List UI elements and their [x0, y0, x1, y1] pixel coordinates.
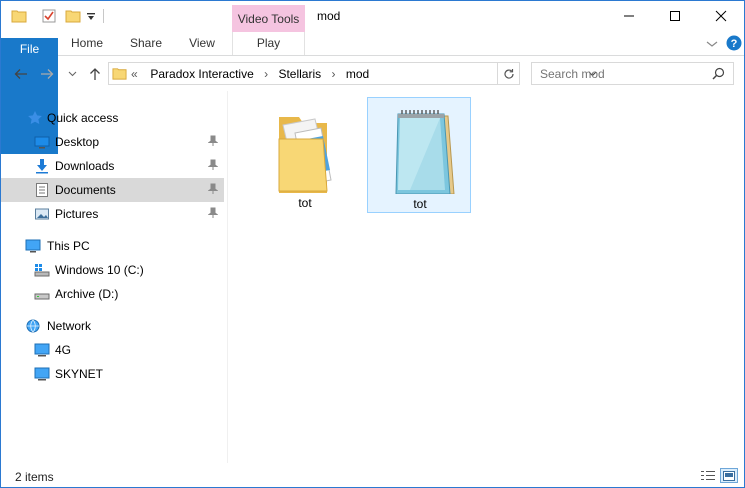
- windows-drive-icon: [34, 262, 50, 278]
- close-button[interactable]: [698, 1, 744, 31]
- nav-label: Desktop: [55, 135, 100, 149]
- folder-icon: [112, 66, 127, 84]
- forward-arrow-icon: [41, 69, 54, 79]
- item-count: 2 items: [15, 470, 54, 484]
- nav-label: This PC: [47, 239, 90, 253]
- tab-share[interactable]: Share: [123, 32, 169, 55]
- file-list: tot tot: [228, 91, 744, 463]
- video-tools-header: Video Tools: [232, 5, 305, 32]
- nav-label: Downloads: [55, 159, 115, 173]
- svg-text:?: ?: [731, 38, 738, 50]
- nav-network[interactable]: Network: [1, 314, 224, 338]
- minimize-button[interactable]: [606, 1, 652, 31]
- video-tools-label: Video Tools: [237, 12, 300, 26]
- nav-item-windows-drive[interactable]: Windows 10 (C:): [1, 258, 224, 282]
- file-name: tot: [298, 196, 312, 210]
- navigation-row: « Paradox Interactive › Stellaris › mod: [1, 56, 744, 91]
- breadcrumb-overflow[interactable]: «: [131, 67, 138, 81]
- network-icon: [25, 318, 41, 334]
- computer-icon: [34, 342, 50, 358]
- search-icon[interactable]: [712, 67, 725, 83]
- tab-play[interactable]: Play: [232, 32, 305, 55]
- nav-item-4g[interactable]: 4G: [1, 338, 224, 362]
- address-bar[interactable]: « Paradox Interactive › Stellaris › mod: [108, 62, 596, 85]
- file-item-folder[interactable]: tot: [253, 97, 357, 213]
- file-name: tot: [413, 197, 427, 211]
- forward-button[interactable]: [37, 65, 57, 83]
- computer-icon: [34, 366, 50, 382]
- breadcrumb-item-stellaris[interactable]: Stellaris: [278, 67, 321, 81]
- downloads-icon: [34, 158, 50, 174]
- nav-label: Network: [47, 319, 92, 333]
- folder-icon[interactable]: [11, 8, 27, 27]
- pin-icon[interactable]: [207, 183, 219, 198]
- nav-item-archive-drive[interactable]: Archive (D:): [1, 282, 224, 306]
- nav-label: SKYNET: [55, 367, 104, 381]
- minimize-icon: [624, 15, 634, 17]
- close-icon: [715, 10, 727, 22]
- large-icons-view-button[interactable]: [720, 468, 738, 483]
- file-item-document[interactable]: tot: [367, 97, 471, 213]
- nav-item-desktop[interactable]: Desktop: [1, 130, 224, 154]
- breadcrumb: « Paradox Interactive › Stellaris › mod: [131, 67, 369, 81]
- expand-ribbon-chevron-icon[interactable]: [706, 38, 718, 52]
- search-box[interactable]: [531, 62, 734, 85]
- customize-dropdown-icon[interactable]: [86, 11, 96, 25]
- folder-with-documents-icon: [273, 103, 337, 193]
- desktop-icon: [34, 134, 50, 150]
- ribbon-tabs: File Home Share View Play ?: [1, 32, 744, 154]
- maximize-button[interactable]: [652, 1, 698, 31]
- this-pc-icon: [25, 238, 41, 254]
- nav-item-pictures[interactable]: Pictures: [1, 202, 224, 226]
- pin-icon[interactable]: [207, 159, 219, 174]
- notepad-document-icon: [388, 104, 455, 195]
- recent-locations-button[interactable]: [65, 65, 79, 83]
- navigation-pane: Quick access Desktop Downloads Documents…: [1, 91, 227, 463]
- back-button[interactable]: [11, 65, 31, 83]
- back-arrow-icon: [14, 69, 27, 79]
- window-title: mod: [317, 9, 341, 23]
- large-icons-view-icon: [723, 470, 735, 481]
- nav-label: 4G: [55, 343, 72, 357]
- tab-view[interactable]: View: [181, 32, 223, 55]
- refresh-button[interactable]: [498, 62, 520, 85]
- status-bar: 2 items: [1, 463, 744, 487]
- details-view-icon: [701, 471, 715, 480]
- pin-icon[interactable]: [207, 135, 219, 150]
- details-view-button[interactable]: [699, 468, 717, 483]
- nav-label: Documents: [55, 183, 116, 197]
- refresh-icon: [503, 68, 514, 79]
- nav-item-skynet[interactable]: SKYNET: [1, 362, 224, 386]
- explorer-window: Video Tools mod File Home Share View Pla…: [0, 0, 745, 488]
- new-folder-icon[interactable]: [65, 8, 81, 27]
- up-button[interactable]: [85, 65, 105, 83]
- breadcrumb-separator[interactable]: ›: [264, 67, 268, 81]
- tab-home[interactable]: Home: [64, 32, 110, 55]
- nav-label: Quick access: [47, 111, 119, 125]
- breadcrumb-item-paradox-interactive[interactable]: Paradox Interactive: [150, 67, 253, 81]
- chevron-down-icon: [68, 71, 76, 77]
- properties-checkmark-icon[interactable]: [41, 8, 57, 27]
- drive-icon: [34, 286, 50, 302]
- nav-label: Windows 10 (C:): [55, 263, 144, 277]
- nav-label: Archive (D:): [55, 287, 119, 301]
- nav-item-downloads[interactable]: Downloads: [1, 154, 224, 178]
- toolbar-divider: [103, 9, 104, 23]
- help-icon[interactable]: ?: [726, 35, 742, 54]
- documents-icon: [34, 182, 50, 198]
- search-input[interactable]: [532, 63, 712, 84]
- star-icon: [27, 110, 43, 126]
- title-bar: Video Tools mod: [1, 1, 744, 32]
- breadcrumb-separator[interactable]: ›: [331, 67, 335, 81]
- breadcrumb-item-mod[interactable]: mod: [346, 67, 369, 81]
- pictures-icon: [34, 206, 50, 222]
- maximize-icon: [670, 11, 680, 21]
- nav-quick-access[interactable]: Quick access: [1, 106, 224, 130]
- nav-label: Pictures: [55, 207, 99, 221]
- nav-item-documents[interactable]: Documents: [1, 178, 224, 202]
- up-arrow-icon: [90, 68, 100, 80]
- nav-this-pc[interactable]: This PC: [1, 234, 224, 258]
- pin-icon[interactable]: [207, 207, 219, 222]
